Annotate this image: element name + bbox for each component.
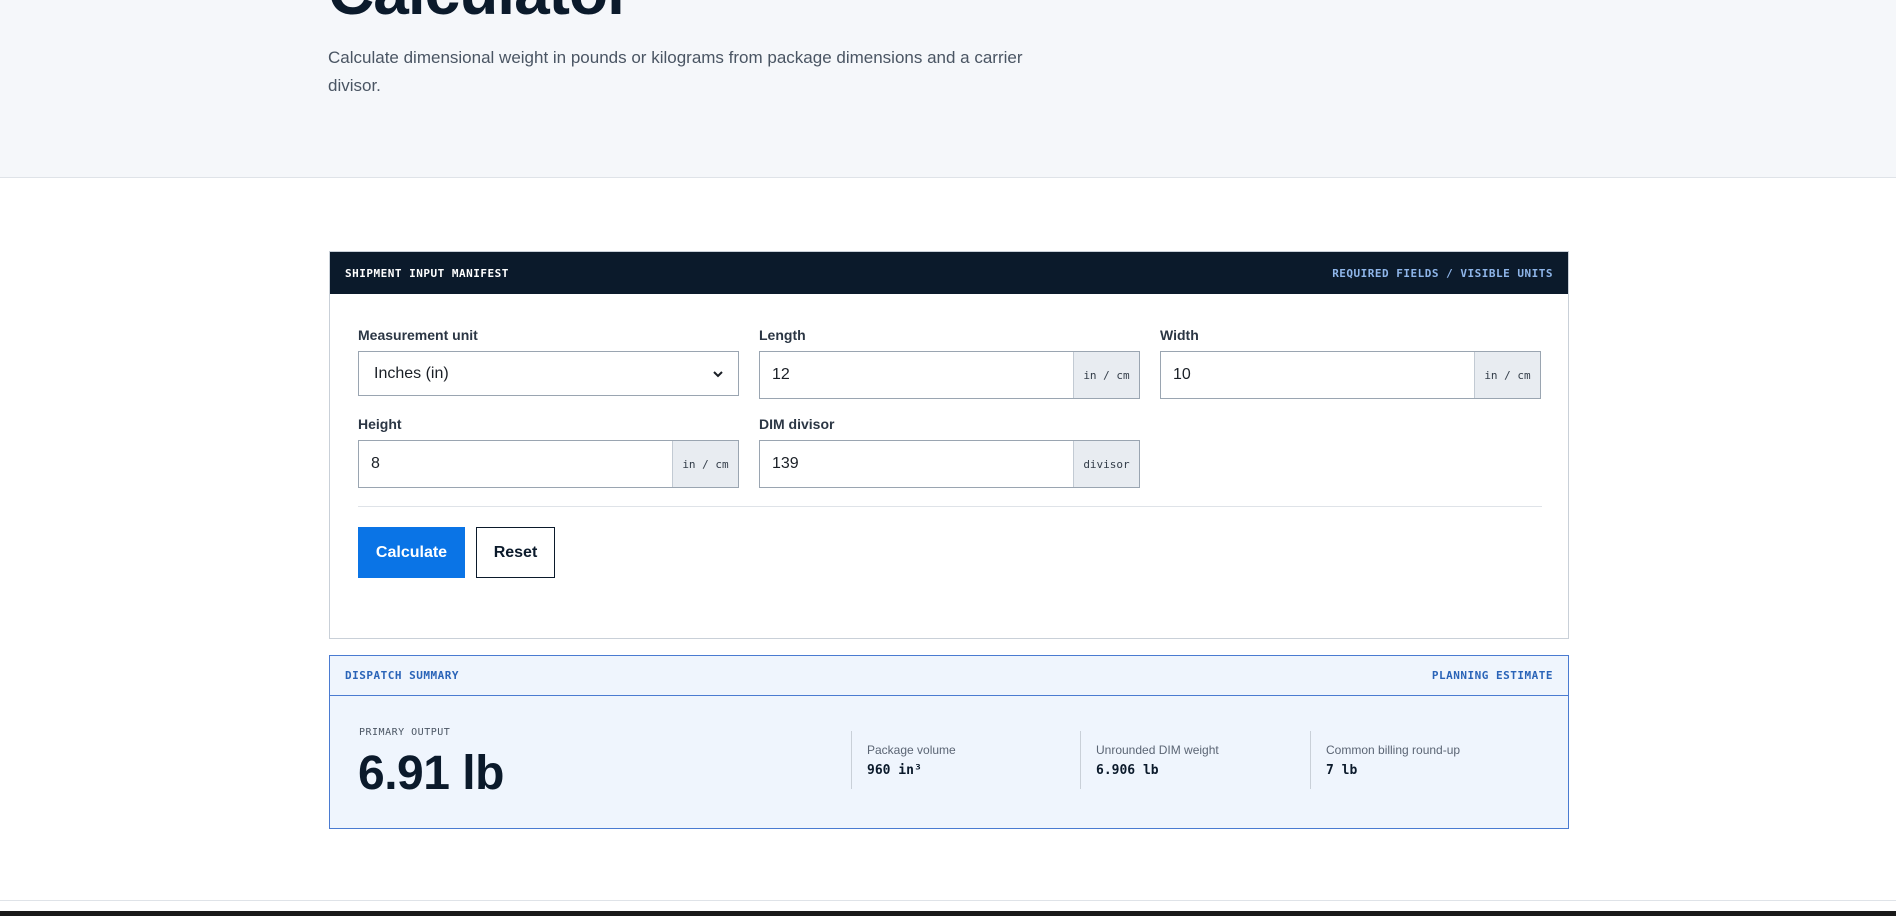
measurement-unit-label: Measurement unit — [358, 327, 478, 343]
width-field: Width 10 in / cm — [1160, 327, 1541, 399]
calculate-button[interactable]: Calculate — [358, 527, 465, 578]
width-input-group: 10 in / cm — [1160, 351, 1541, 399]
dim-divisor-input[interactable]: 139 — [760, 441, 1073, 487]
billing-round-up-label: Common billing round-up — [1326, 743, 1461, 757]
unrounded-dim-weight-metric: Unrounded DIM weight 6.906 lb — [1080, 731, 1219, 789]
dim-divisor-unit-addon: divisor — [1073, 441, 1139, 487]
dim-divisor-label: DIM divisor — [759, 416, 835, 432]
unrounded-dim-weight-value: 6.906 lb — [1096, 763, 1159, 778]
width-unit-addon: in / cm — [1474, 352, 1540, 398]
summary-title: DISPATCH SUMMARY — [345, 669, 459, 682]
length-input[interactable]: 12 — [760, 352, 1073, 398]
measurement-unit-value: Inches (in) — [374, 364, 449, 382]
height-input[interactable]: 8 — [359, 441, 672, 487]
page-title: Calculator — [328, 0, 632, 24]
dim-divisor-input-group: 139 divisor — [759, 440, 1140, 488]
hero-section: Calculator Calculate dimensional weight … — [0, 0, 1896, 178]
dim-divisor-field: DIM divisor 139 divisor — [759, 416, 1140, 488]
unrounded-dim-weight-label: Unrounded DIM weight — [1096, 743, 1219, 757]
dispatch-summary-panel: DISPATCH SUMMARY PLANNING ESTIMATE PRIMA… — [329, 655, 1569, 829]
page-description: Calculate dimensional weight in pounds o… — [328, 48, 1023, 95]
length-input-group: 12 in / cm — [759, 351, 1140, 399]
measurement-unit-field: Measurement unit Inches (in) — [358, 327, 739, 396]
form-divider — [358, 506, 1542, 507]
package-volume-value: 960 in³ — [867, 763, 922, 778]
package-volume-label: Package volume — [867, 743, 956, 757]
billing-round-up-metric: Common billing round-up 7 lb — [1310, 731, 1460, 789]
reset-button[interactable]: Reset — [476, 527, 555, 578]
footer-bar — [0, 911, 1896, 916]
length-label: Length — [759, 327, 806, 343]
shipment-input-panel: SHIPMENT INPUT MANIFEST REQUIRED FIELDS … — [329, 251, 1569, 639]
manifest-note: REQUIRED FIELDS / VISIBLE UNITS — [1332, 266, 1553, 280]
height-input-group: 8 in / cm — [358, 440, 739, 488]
summary-header: DISPATCH SUMMARY PLANNING ESTIMATE — [330, 656, 1568, 696]
length-field: Length 12 in / cm — [759, 327, 1140, 399]
primary-output-label: PRIMARY OUTPUT — [359, 727, 451, 738]
chevron-down-icon — [713, 367, 723, 381]
package-volume-metric: Package volume 960 in³ — [851, 731, 956, 789]
manifest-title: SHIPMENT INPUT MANIFEST — [345, 266, 509, 280]
footer-divider — [0, 900, 1896, 901]
width-input[interactable]: 10 — [1161, 352, 1474, 398]
height-field: Height 8 in / cm — [358, 416, 739, 488]
length-unit-addon: in / cm — [1073, 352, 1139, 398]
billing-round-up-value: 7 lb — [1326, 763, 1358, 778]
manifest-header: SHIPMENT INPUT MANIFEST REQUIRED FIELDS … — [330, 252, 1568, 294]
summary-note: PLANNING ESTIMATE — [1431, 669, 1553, 682]
primary-output-value: 6.91 lb — [358, 747, 504, 800]
width-label: Width — [1160, 327, 1199, 343]
height-unit-addon: in / cm — [672, 441, 738, 487]
height-label: Height — [358, 416, 402, 432]
measurement-unit-select[interactable]: Inches (in) — [358, 351, 739, 396]
